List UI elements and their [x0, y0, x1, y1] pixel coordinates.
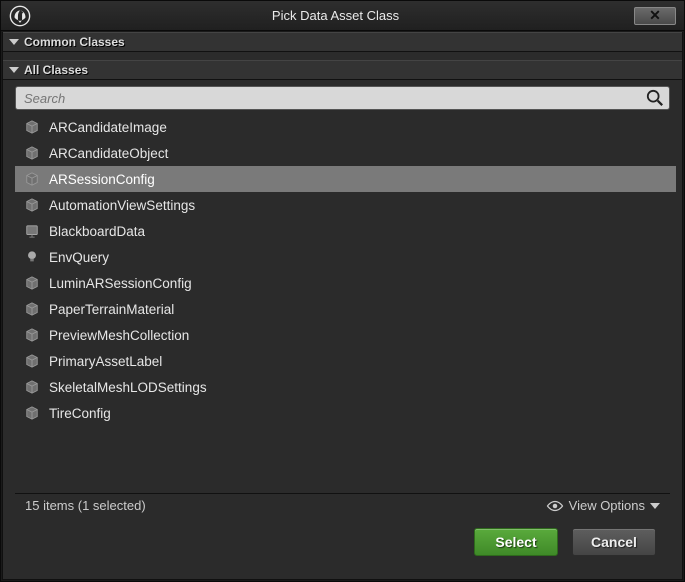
- view-options-label[interactable]: View Options: [569, 498, 645, 513]
- unreal-logo-icon: [9, 5, 31, 27]
- collapse-icon: [9, 67, 19, 73]
- all-classes-header[interactable]: All Classes: [3, 60, 682, 80]
- search-input[interactable]: [15, 86, 670, 110]
- list-item[interactable]: ARCandidateObject: [15, 140, 676, 166]
- common-classes-header[interactable]: Common Classes: [3, 32, 682, 52]
- class-list[interactable]: ARCandidateImage ARCandidateObject ARSessi…: [15, 114, 676, 493]
- list-item-label: ARSessionConfig: [49, 172, 155, 187]
- picker-window: Pick Data Asset Class ✕ Common Classes A…: [0, 0, 685, 582]
- cube-icon: [25, 405, 39, 421]
- cube-icon: [25, 301, 39, 317]
- cube-icon: [25, 171, 39, 187]
- status-bar: 15 items (1 selected) View Options: [15, 493, 670, 517]
- cancel-button-label: Cancel: [591, 534, 637, 550]
- list-item-label: SkeletalMeshLODSettings: [49, 380, 207, 395]
- search-icon: [646, 89, 664, 107]
- search-wrap: [15, 86, 670, 110]
- list-item-label: TireConfig: [49, 406, 111, 421]
- list-item[interactable]: EnvQuery: [15, 244, 676, 270]
- list-item-label: ARCandidateObject: [49, 146, 168, 161]
- item-count-label: 15 items (1 selected): [25, 498, 146, 513]
- list-item-label: EnvQuery: [49, 250, 109, 265]
- cube-icon: [25, 197, 39, 213]
- list-item-label: PrimaryAssetLabel: [49, 354, 162, 369]
- cube-icon: [25, 379, 39, 395]
- list-item[interactable]: AutomationViewSettings: [15, 192, 676, 218]
- chevron-down-icon[interactable]: [650, 503, 660, 509]
- list-item-label: PaperTerrainMaterial: [49, 302, 174, 317]
- cube-icon: [25, 119, 39, 135]
- list-item-label: BlackboardData: [49, 224, 145, 239]
- list-item[interactable]: LuminARSessionConfig: [15, 270, 676, 296]
- cube-icon: [25, 327, 39, 343]
- list-item[interactable]: PrimaryAssetLabel: [15, 348, 676, 374]
- collapse-icon: [9, 39, 19, 45]
- common-classes-label: Common Classes: [24, 35, 125, 49]
- list-item[interactable]: ARCandidateImage: [15, 114, 676, 140]
- all-classes-label: All Classes: [24, 63, 88, 77]
- cube-icon: [25, 353, 39, 369]
- board-icon: [25, 223, 39, 239]
- list-item[interactable]: TireConfig: [15, 400, 676, 426]
- list-item[interactable]: PaperTerrainMaterial: [15, 296, 676, 322]
- window-title: Pick Data Asset Class: [37, 8, 634, 23]
- dialog-body: Common Classes All Classes ARCandidateIm…: [2, 32, 683, 580]
- common-classes-body: [3, 52, 682, 60]
- close-icon: ✕: [649, 7, 661, 24]
- list-item[interactable]: BlackboardData: [15, 218, 676, 244]
- select-button[interactable]: Select: [474, 528, 558, 556]
- list-item-label: ARCandidateImage: [49, 120, 167, 135]
- list-item-label: AutomationViewSettings: [49, 198, 195, 213]
- list-item-label: LuminARSessionConfig: [49, 276, 192, 291]
- cube-icon: [25, 145, 39, 161]
- list-item[interactable]: PreviewMeshCollection: [15, 322, 676, 348]
- list-item[interactable]: SkeletalMeshLODSettings: [15, 374, 676, 400]
- close-button[interactable]: ✕: [634, 7, 676, 25]
- bulb-icon: [25, 249, 39, 265]
- select-button-label: Select: [495, 534, 536, 550]
- eye-icon: [546, 500, 564, 512]
- list-item-label: PreviewMeshCollection: [49, 328, 189, 343]
- list-item-truncated: [15, 426, 676, 434]
- all-classes-body: ARCandidateImage ARCandidateObject ARSessi…: [3, 80, 682, 579]
- titlebar[interactable]: Pick Data Asset Class ✕: [1, 1, 684, 31]
- cancel-button[interactable]: Cancel: [572, 528, 656, 556]
- cube-icon: [25, 275, 39, 291]
- list-item[interactable]: ARSessionConfig: [15, 166, 676, 192]
- button-bar: Select Cancel: [15, 517, 670, 567]
